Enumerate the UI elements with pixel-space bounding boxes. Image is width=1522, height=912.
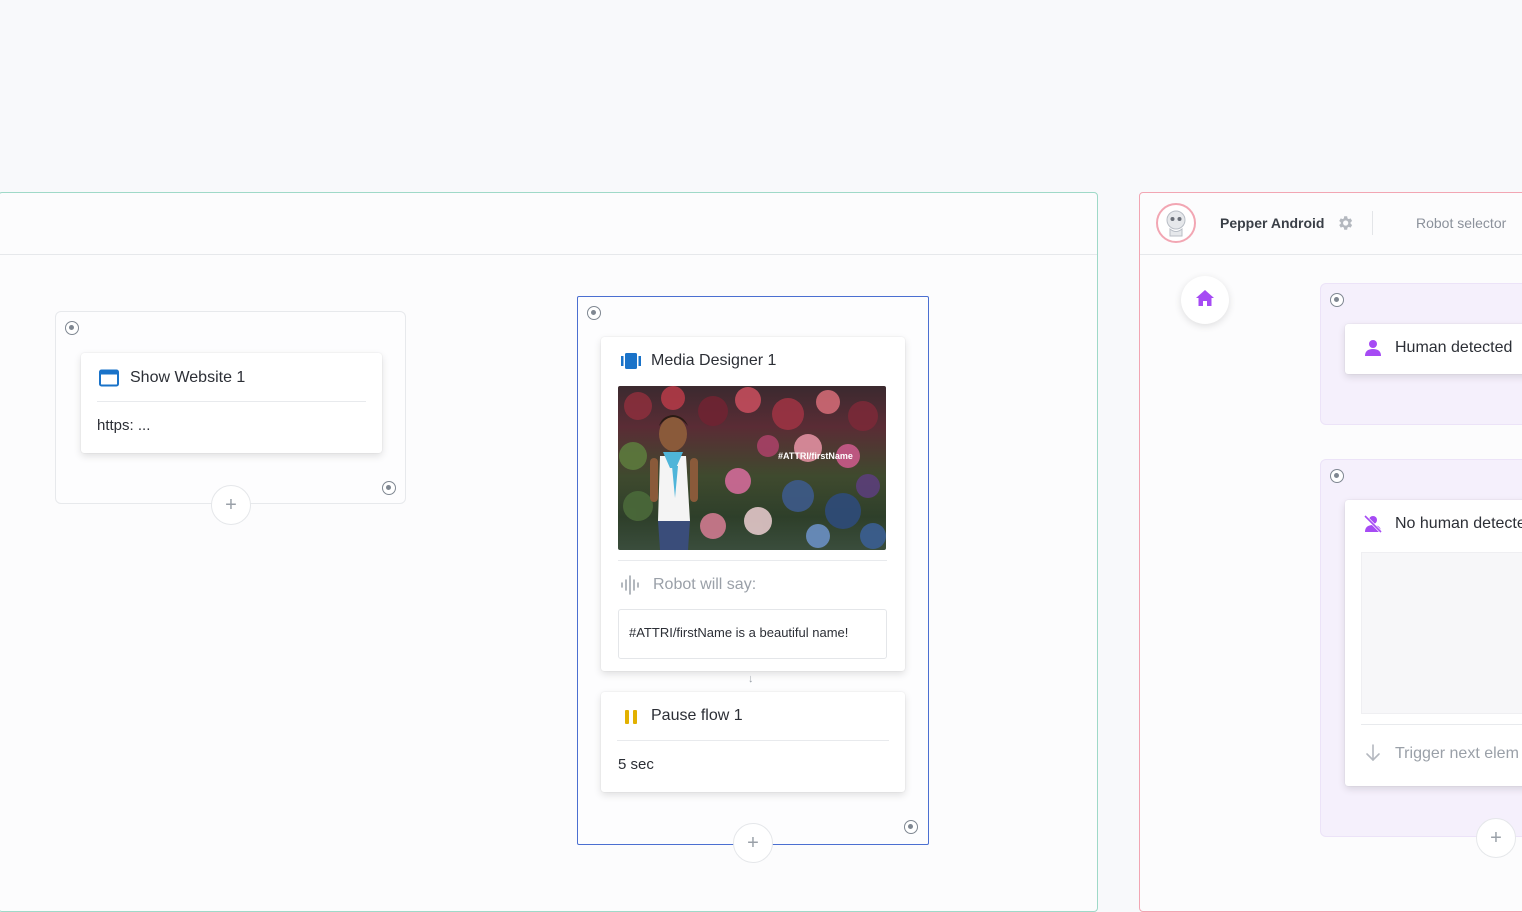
robot-name: Pepper Android bbox=[1220, 215, 1325, 231]
duration-text: 5 sec bbox=[618, 756, 654, 773]
trigger-title: Human detected bbox=[1395, 339, 1513, 356]
arrow-down-icon: ↓ bbox=[748, 673, 754, 685]
pause-icon bbox=[623, 709, 639, 725]
media-preview-image[interactable]: #ATTRI/firstName bbox=[618, 386, 886, 550]
trigger-title: No human detecte bbox=[1395, 515, 1522, 532]
add-element-button[interactable]: + bbox=[1476, 818, 1516, 858]
output-port[interactable] bbox=[904, 820, 918, 834]
divider bbox=[97, 401, 366, 402]
separator bbox=[1372, 211, 1373, 235]
flow-panel-header bbox=[0, 193, 1097, 255]
show-website-node[interactable]: Show Website 1 https: ... + bbox=[55, 311, 406, 525]
divider bbox=[618, 560, 887, 561]
divider bbox=[1361, 724, 1522, 725]
divider bbox=[617, 740, 889, 741]
robot-will-say-label: Robot will say: bbox=[653, 576, 757, 593]
empty-drop-area[interactable] bbox=[1361, 552, 1522, 714]
image-overlay-text: #ATTRI/firstName bbox=[778, 451, 853, 461]
robot-panel-header: Pepper Android Robot selector bbox=[1140, 193, 1522, 255]
human-detected-card[interactable]: Human detected bbox=[1345, 324, 1522, 374]
flow-panel bbox=[0, 192, 1098, 912]
input-port[interactable] bbox=[1330, 293, 1344, 307]
add-element-button[interactable]: + bbox=[733, 823, 773, 863]
robot-avatar-icon[interactable] bbox=[1156, 203, 1196, 243]
show-website-card[interactable]: Show Website 1 https: ... bbox=[81, 353, 382, 453]
arrow-down-icon bbox=[1365, 744, 1381, 762]
input-port[interactable] bbox=[65, 321, 79, 335]
card-title: Pause flow 1 bbox=[651, 707, 743, 724]
person-icon bbox=[1364, 339, 1382, 357]
pause-flow-card[interactable]: Pause flow 1 5 sec bbox=[601, 692, 905, 792]
home-icon bbox=[1195, 289, 1215, 312]
card-title: Media Designer 1 bbox=[651, 352, 777, 369]
gear-icon[interactable] bbox=[1336, 214, 1354, 232]
url-text: https: ... bbox=[97, 417, 151, 434]
browser-window-icon bbox=[99, 369, 119, 387]
person-off-icon bbox=[1363, 514, 1383, 534]
sound-wave-icon bbox=[620, 575, 640, 595]
home-button[interactable] bbox=[1181, 276, 1229, 324]
output-port[interactable] bbox=[382, 481, 396, 495]
no-human-detected-node[interactable]: No human detecte Trigger next elem + bbox=[1320, 459, 1522, 858]
input-port[interactable] bbox=[587, 306, 601, 320]
no-human-detected-card[interactable]: No human detecte Trigger next elem bbox=[1345, 500, 1522, 786]
trigger-next-label: Trigger next elem bbox=[1395, 745, 1519, 762]
add-element-button[interactable]: + bbox=[211, 485, 251, 525]
speech-text-box[interactable]: #ATTRI/firstName is a beautiful name! bbox=[618, 609, 887, 659]
card-title: Show Website 1 bbox=[130, 369, 246, 386]
human-detected-node[interactable]: Human detected bbox=[1320, 283, 1522, 425]
media-designer-icon bbox=[621, 352, 641, 370]
robot-selector[interactable]: Robot selector bbox=[1416, 215, 1506, 231]
media-designer-node[interactable]: Media Designer 1 #ATTRI/firstName Robot … bbox=[577, 296, 929, 863]
input-port[interactable] bbox=[1330, 469, 1344, 483]
